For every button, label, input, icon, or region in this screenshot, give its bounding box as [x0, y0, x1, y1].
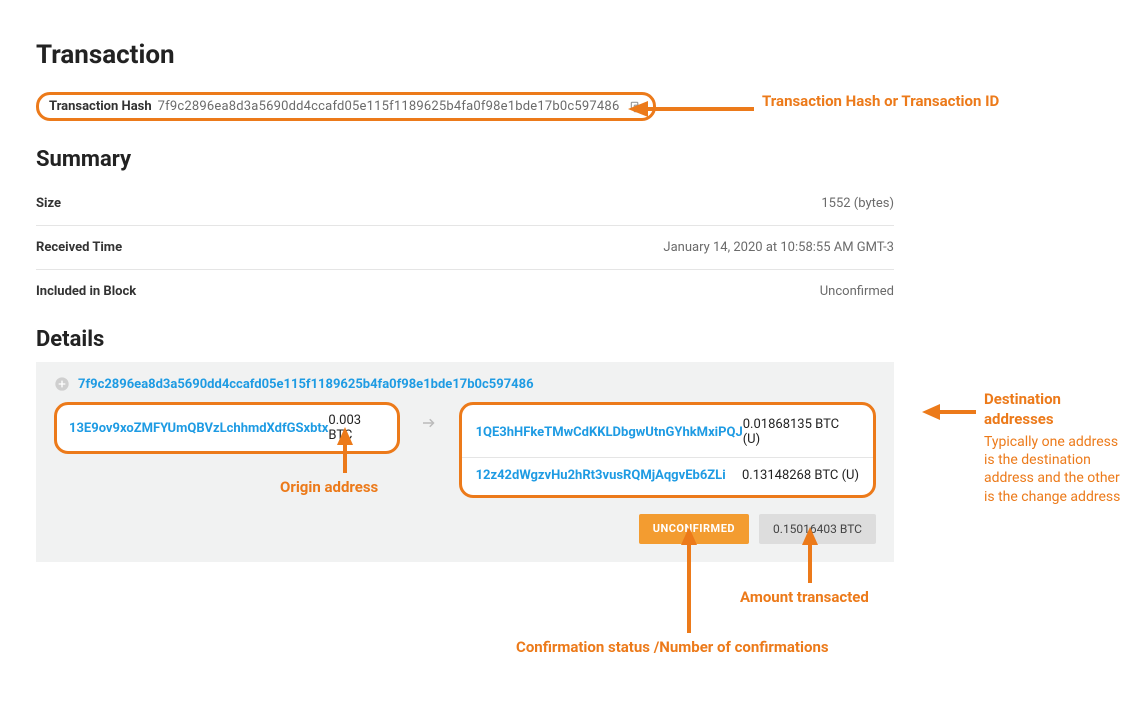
arrow-icon	[400, 402, 458, 432]
annotation-destination-sub: Typically one address is the destination…	[984, 433, 1124, 506]
expand-icon[interactable]	[54, 376, 70, 392]
output-amount: 0.13148268 BTC (U)	[742, 468, 859, 483]
detail-hash-link[interactable]: 7f9c2896ea8d3a5690dd4ccafd05e115f1189625…	[78, 377, 534, 392]
transaction-hash-value: 7f9c2896ea8d3a5690dd4ccafd05e115f1189625…	[158, 99, 620, 114]
annotation-confirmation: Confirmation status /Number of confirmat…	[516, 638, 829, 658]
output-row: 1QE3hHFkeTMwCdKKLDbgwUtnGYhkMxiPQJ 0.018…	[462, 407, 873, 457]
page-title: Transaction	[36, 40, 894, 70]
transaction-hash-row: Transaction Hash 7f9c2896ea8d3a5690dd4cc…	[36, 92, 656, 121]
details-heading: Details	[36, 327, 894, 352]
output-row: 12z42dWgzvHu2hRt3vusRQMjAqgvEb6ZLi 0.131…	[462, 457, 873, 493]
annotation-hash: Transaction Hash or Transaction ID	[762, 92, 999, 112]
output-amount: 0.01868135 BTC (U)	[743, 417, 859, 447]
detail-hash-line: 7f9c2896ea8d3a5690dd4ccafd05e115f1189625…	[54, 376, 876, 392]
summary-label: Size	[36, 196, 61, 211]
summary-value: Unconfirmed	[820, 284, 894, 299]
summary-value: 1552 (bytes)	[821, 196, 894, 211]
summary-row-received-time: Received Time January 14, 2020 at 10:58:…	[36, 226, 894, 270]
summary-row-size: Size 1552 (bytes)	[36, 182, 894, 226]
annotation-amount: Amount transacted	[740, 588, 869, 608]
summary-row-included-block: Included in Block Unconfirmed	[36, 270, 894, 313]
input-address-link[interactable]: 13E9ov9xoZMFYUmQBVzLchhmdXdfGSxbtx	[69, 421, 328, 436]
status-row: UNCONFIRMED 0.15016403 BTC	[54, 514, 876, 544]
summary-label: Included in Block	[36, 284, 136, 299]
transaction-hash-label: Transaction Hash	[49, 99, 152, 114]
output-box: 1QE3hHFkeTMwCdKKLDbgwUtnGYhkMxiPQJ 0.018…	[459, 402, 876, 498]
summary-value: January 14, 2020 at 10:58:55 AM GMT-3	[663, 240, 894, 255]
details-panel: 7f9c2896ea8d3a5690dd4ccafd05e115f1189625…	[36, 362, 894, 562]
annotation-destination: Destination addresses Typically one addr…	[984, 390, 1124, 506]
summary-label: Received Time	[36, 240, 122, 255]
annotation-origin: Origin address	[280, 478, 378, 498]
output-address-link[interactable]: 1QE3hHFkeTMwCdKKLDbgwUtnGYhkMxiPQJ	[476, 425, 743, 440]
summary-heading: Summary	[36, 147, 894, 172]
io-row: 13E9ov9xoZMFYUmQBVzLchhmdXdfGSxbtx 0.003…	[54, 402, 876, 498]
annotation-destination-title: Destination addresses	[984, 390, 1124, 429]
output-address-link[interactable]: 12z42dWgzvHu2hRt3vusRQMjAqgvEb6ZLi	[476, 468, 726, 483]
